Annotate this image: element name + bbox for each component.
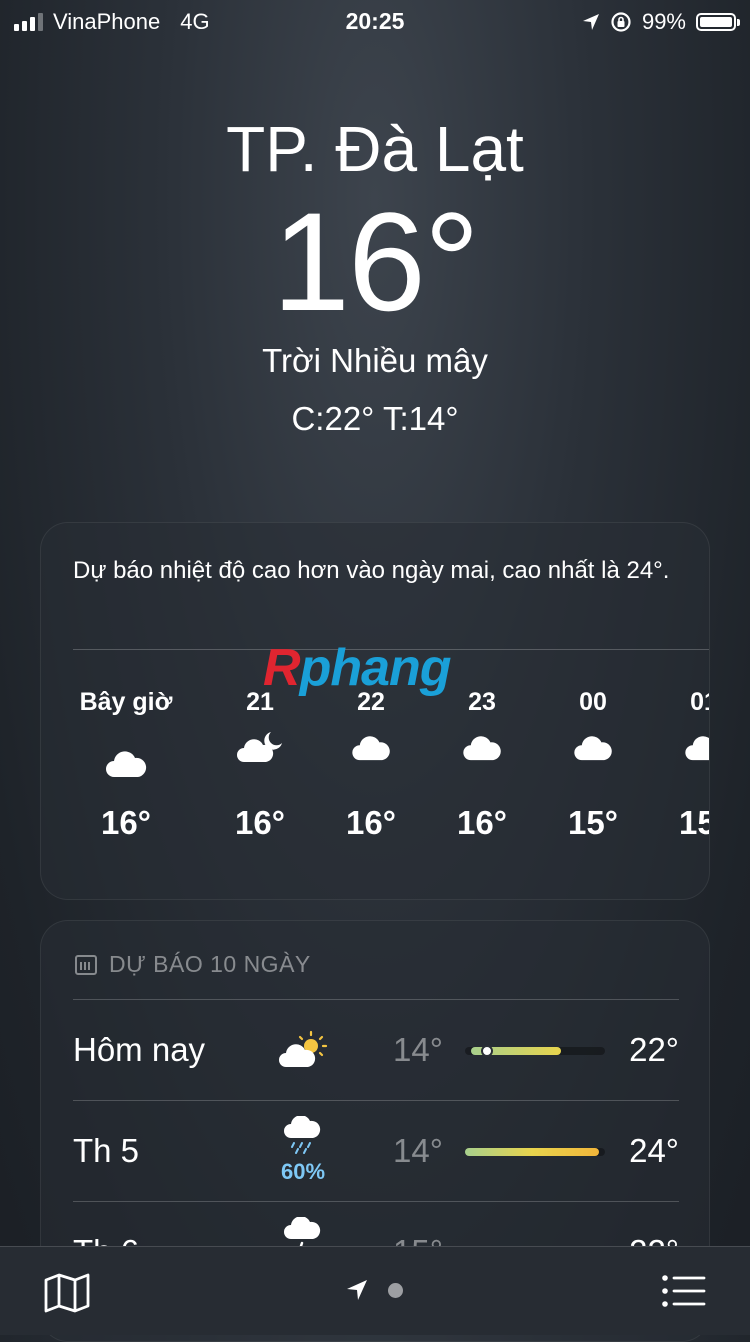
- hour-label: 21: [246, 688, 274, 716]
- divider: [73, 1100, 679, 1101]
- hour-label: Bây giờ: [79, 688, 173, 716]
- location-arrow-icon: [582, 14, 599, 30]
- forecast-summary: Dự báo nhiệt độ cao hơn vào ngày mai, ca…: [73, 557, 670, 584]
- day-name: Hôm nay: [73, 1031, 206, 1068]
- hour-item: 23 16°: [427, 688, 537, 842]
- hour-temperature: 16°: [235, 804, 285, 841]
- divider: [73, 1201, 679, 1202]
- city-name: TP. Đà Lạt: [226, 113, 524, 185]
- cloud-icon: [649, 724, 709, 804]
- day-low: 14°: [393, 1031, 443, 1068]
- cloud-sun-icon: [273, 1029, 333, 1074]
- hour-temperature: 15°: [679, 804, 709, 841]
- rotation-lock-icon: [611, 12, 631, 32]
- battery-percent: 99%: [641, 9, 686, 34]
- day-row[interactable]: Th 5 60% 14° 24°: [73, 1102, 679, 1202]
- cloud-icon: [427, 724, 537, 804]
- status-bar: VinaPhone 4G 20:25 99%: [0, 0, 750, 42]
- battery-icon: [696, 13, 740, 31]
- hour-temperature: 16°: [101, 804, 151, 841]
- day-high: 24°: [629, 1132, 679, 1169]
- hour-item: 21 16°: [205, 688, 315, 842]
- ten-day-title: DỰ BÁO 10 NGÀY: [109, 951, 311, 977]
- current-temp-dot: [481, 1045, 493, 1057]
- current-location-icon[interactable]: [346, 1279, 368, 1301]
- calendar-icon: [75, 954, 97, 975]
- cloud-moon-icon: [205, 724, 315, 804]
- bottom-toolbar: [0, 1246, 750, 1335]
- hour-item: 22 16°: [316, 688, 426, 842]
- day-name: Th 5: [73, 1132, 140, 1169]
- status-right: 99%: [582, 9, 740, 35]
- cloud-icon: [71, 724, 181, 804]
- hour-item: 00 15°: [538, 688, 648, 842]
- hour-temperature: 16°: [346, 804, 396, 841]
- range-fill: [465, 1148, 599, 1156]
- hour-label: 23: [468, 688, 496, 716]
- hour-label: 01: [690, 688, 709, 716]
- list-icon[interactable]: [662, 1275, 706, 1307]
- cloud-icon: [316, 724, 426, 804]
- map-icon[interactable]: [44, 1273, 90, 1313]
- hour-temperature: 16°: [457, 804, 507, 841]
- cloud-icon: [538, 724, 648, 804]
- hour-label: 00: [579, 688, 607, 716]
- hour-item: Bây giờ 16°: [71, 688, 181, 842]
- divider: [73, 999, 679, 1000]
- day-high: 22°: [629, 1031, 679, 1068]
- high-low-temperature: C:22° T:14°: [291, 400, 459, 437]
- day-low: 14°: [393, 1132, 443, 1169]
- hour-label: 22: [357, 688, 385, 716]
- hourly-forecast-card[interactable]: Dự báo nhiệt độ cao hơn vào ngày mai, ca…: [40, 522, 710, 900]
- temperature-range-bar: [465, 1148, 605, 1156]
- hour-temperature: 15°: [568, 804, 618, 841]
- current-temperature: 16°: [272, 183, 480, 340]
- hour-item: 01 15°: [649, 688, 709, 842]
- ten-day-header: DỰ BÁO 10 NGÀY: [75, 951, 311, 978]
- page-indicator-dot[interactable]: [388, 1283, 403, 1298]
- weather-condition: Trời Nhiều mây: [262, 342, 488, 379]
- precipitation-chance: 60%: [280, 1159, 326, 1184]
- cloud-rain-icon: 60%: [273, 1115, 333, 1185]
- temperature-range-bar: [465, 1045, 605, 1057]
- day-row-today[interactable]: Hôm nay 14° 22°: [73, 1001, 679, 1101]
